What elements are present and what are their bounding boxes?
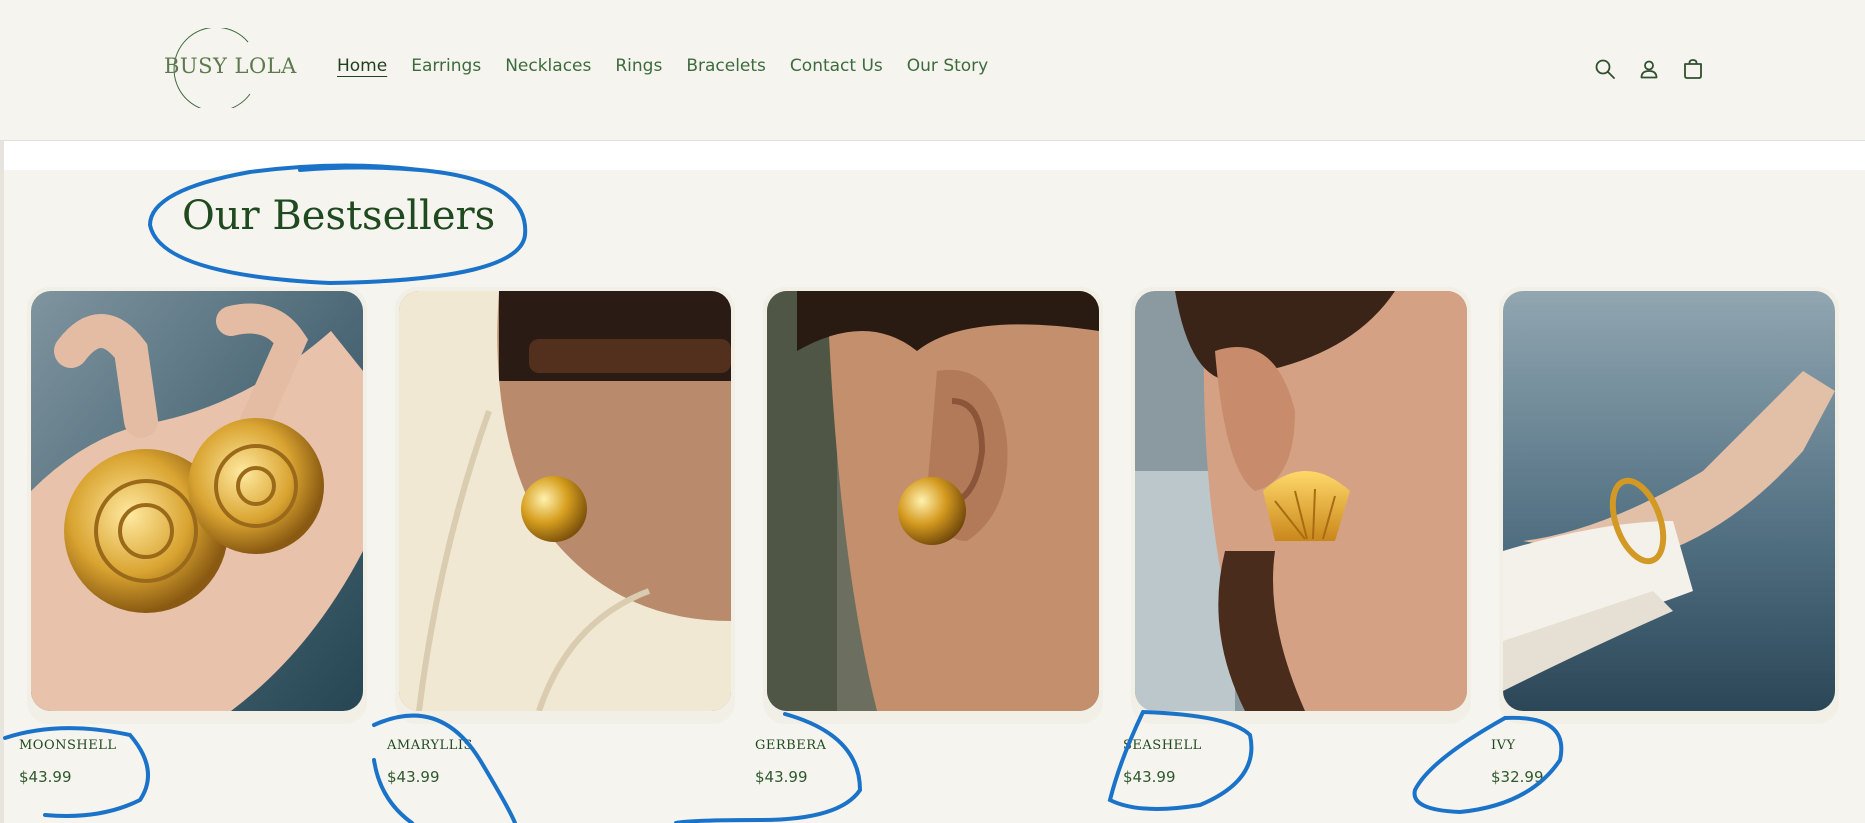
annotation-circle-ivy: [1412, 715, 1564, 815]
product-image-gerbera[interactable]: [767, 291, 1099, 711]
product-image-amaryllis[interactable]: [399, 291, 731, 711]
annotation-circle-seashell: [1107, 710, 1254, 811]
header-icons: [1593, 57, 1705, 81]
cart-icon[interactable]: [1681, 57, 1705, 81]
product-image-seashell[interactable]: [1135, 291, 1467, 711]
search-icon[interactable]: [1593, 57, 1617, 81]
logo-text: BUSY LOLA: [164, 54, 297, 78]
product-name-ivy[interactable]: IVY: [1491, 738, 1516, 753]
section-title: Our Bestsellers: [182, 193, 496, 239]
nav-earrings[interactable]: Earrings: [411, 56, 481, 76]
nav-our-story[interactable]: Our Story: [907, 56, 988, 76]
account-icon[interactable]: [1637, 57, 1661, 81]
product-name-seashell[interactable]: SEASHELL: [1123, 738, 1202, 753]
nav-home[interactable]: Home: [337, 56, 387, 76]
product-name-amaryllis[interactable]: AMARYLLIS: [387, 738, 473, 753]
product-image-moonshell[interactable]: [31, 291, 363, 711]
product-price-moonshell: $43.99: [19, 768, 72, 786]
site-header: BUSY LOLA Home Earrings Necklaces Rings …: [0, 0, 1865, 141]
nav-contact-us[interactable]: Contact Us: [790, 56, 883, 76]
product-card[interactable]: [27, 287, 367, 724]
product-name-moonshell[interactable]: MOONSHELL: [19, 738, 117, 753]
product-price-amaryllis: $43.99: [387, 768, 440, 786]
product-card[interactable]: [763, 287, 1103, 724]
logo[interactable]: BUSY LOLA: [160, 26, 296, 112]
announcement-strip: [4, 141, 1865, 170]
product-price-seashell: $43.99: [1123, 768, 1176, 786]
product-card[interactable]: [395, 287, 735, 724]
main-nav: Home Earrings Necklaces Rings Bracelets …: [337, 56, 988, 76]
product-card[interactable]: [1499, 287, 1839, 724]
product-image-ivy[interactable]: [1503, 291, 1835, 711]
nav-necklaces[interactable]: Necklaces: [505, 56, 591, 76]
product-price-ivy: $32.99: [1491, 768, 1544, 786]
nav-rings[interactable]: Rings: [615, 56, 662, 76]
product-card[interactable]: [1131, 287, 1471, 724]
product-price-gerbera: $43.99: [755, 768, 808, 786]
product-name-gerbera[interactable]: GERBERA: [755, 738, 826, 753]
nav-bracelets[interactable]: Bracelets: [686, 56, 766, 76]
